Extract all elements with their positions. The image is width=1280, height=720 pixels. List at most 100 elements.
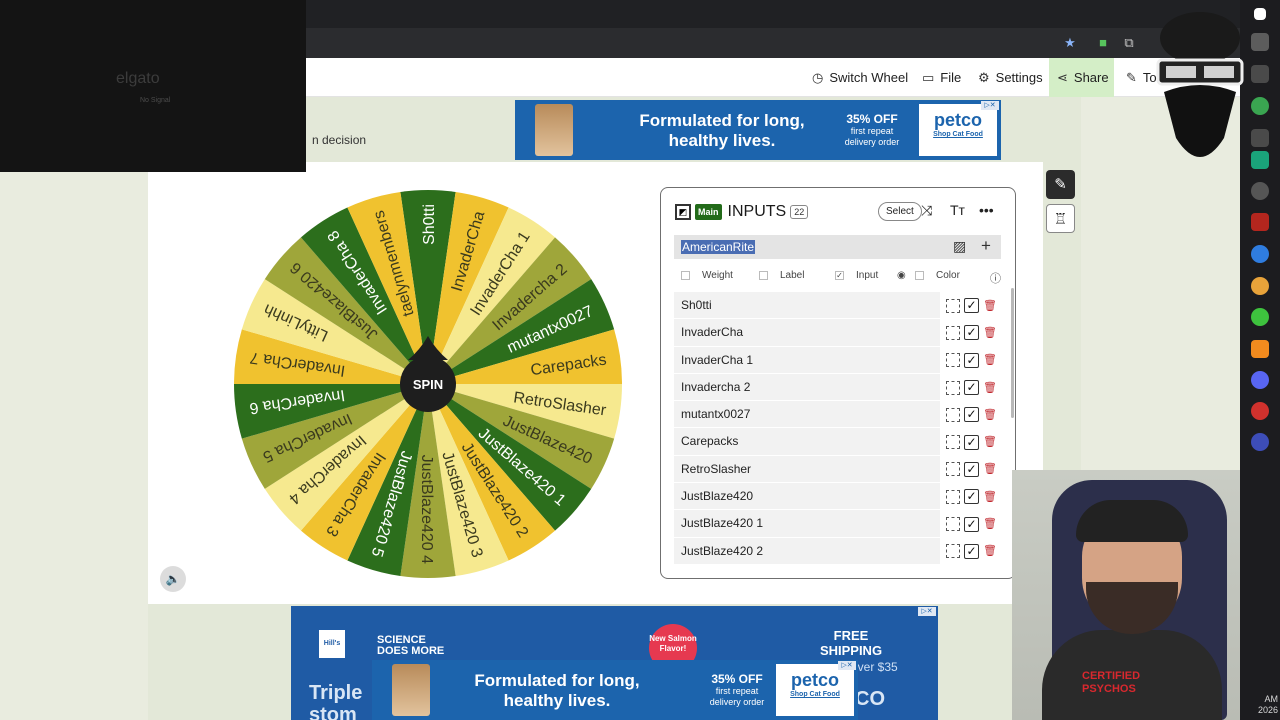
entry-row[interactable]: InvaderCha 1 <box>674 346 940 374</box>
file-button[interactable]: ▭ File <box>914 58 969 97</box>
wheel-segment-label: Sh0tti <box>421 204 438 245</box>
trash-icon[interactable]: 🗑 <box>983 327 997 339</box>
entry-input[interactable]: AmericanRite ▨ + <box>674 235 1001 259</box>
entry-row[interactable]: Sh0tti <box>674 292 940 320</box>
enable-checkbox[interactable]: ✓ <box>964 543 979 559</box>
clock-app-icon[interactable] <box>1251 182 1269 200</box>
sound-toggle-button[interactable]: 🔈 <box>160 566 186 592</box>
trash-icon[interactable]: 🗑 <box>983 436 997 448</box>
enable-checkbox[interactable]: ✓ <box>964 489 979 505</box>
edge-icon[interactable] <box>1251 245 1269 263</box>
edit-wheel-tool[interactable]: ✎ <box>1046 170 1075 199</box>
trophy-icon: ♖ <box>1053 211 1068 228</box>
color-column-toggle[interactable]: Color <box>915 270 960 281</box>
weight-column-toggle[interactable]: Weight <box>681 270 733 281</box>
entry-actions-row: ✓ 🗑 <box>944 374 1004 401</box>
duplicate-icon[interactable] <box>946 462 960 477</box>
ad-headline: Formulated for long, healthy lives. <box>639 111 805 150</box>
share-icon: ⋖ <box>1057 69 1068 85</box>
duplicate-icon[interactable] <box>946 325 960 340</box>
panel-header: ◩ Main INPUTS 22 <box>675 202 809 222</box>
duplicate-icon[interactable] <box>946 380 960 395</box>
app-icon-2[interactable] <box>1251 433 1269 451</box>
eye-icon[interactable]: ◉ <box>897 270 906 281</box>
trash-icon[interactable]: 🗑 <box>983 382 997 394</box>
red-app-icon[interactable] <box>1251 213 1269 231</box>
enable-checkbox[interactable]: ✓ <box>964 298 979 314</box>
bookmark-star-icon[interactable]: ★ <box>1062 35 1078 51</box>
entry-row[interactable]: mutantx0027 <box>674 401 940 429</box>
vlc-icon[interactable] <box>1251 340 1269 358</box>
extension-icon[interactable]: ■ <box>1095 35 1111 51</box>
spin-wheel[interactable]: Sh0tti InvaderChaInvaderCha 1Invadercha 2… <box>232 188 624 580</box>
switch-wheel-button[interactable]: ◷ Switch Wheel <box>804 58 916 97</box>
info-icon[interactable]: ⓘ <box>990 270 1001 286</box>
trash-icon[interactable]: 🗑 <box>983 491 997 503</box>
obs-icon[interactable] <box>1251 402 1269 420</box>
trash-icon[interactable]: 🗑 <box>983 409 997 421</box>
shuffle-icon[interactable]: ⤨ <box>921 202 932 219</box>
entry-list: Sh0tti InvaderCha InvaderCha 1 Invadercha 2… <box>674 292 940 565</box>
entry-row[interactable]: Invadercha 2 <box>674 373 940 402</box>
adchoices-icon[interactable]: ▷✕ <box>981 101 999 110</box>
puzzle-icon[interactable]: ⧉ <box>1121 35 1137 51</box>
duplicate-icon[interactable] <box>946 353 960 368</box>
spin-label[interactable]: SPIN <box>413 377 443 392</box>
enable-checkbox[interactable]: ✓ <box>964 434 979 450</box>
discord-icon[interactable] <box>1251 371 1269 389</box>
ad-headline: Formulated for long, healthy lives. <box>474 671 640 710</box>
trash-icon[interactable]: 🗑 <box>983 463 997 475</box>
enable-checkbox[interactable]: ✓ <box>964 407 979 423</box>
enable-checkbox[interactable]: ✓ <box>964 380 979 396</box>
label-checkbox[interactable] <box>759 271 768 280</box>
entry-row[interactable]: RetroSlasher <box>674 455 940 484</box>
duplicate-icon[interactable] <box>946 435 960 450</box>
weight-checkbox[interactable] <box>681 271 690 280</box>
duplicate-icon[interactable] <box>946 517 960 532</box>
enable-checkbox[interactable]: ✓ <box>964 461 979 477</box>
image-icon[interactable]: ▨ <box>953 238 966 255</box>
adchoices-icon[interactable]: ▷✕ <box>918 607 936 616</box>
petco-ad-bottom[interactable]: Formulated for long, healthy lives. 35% … <box>372 660 858 720</box>
settings-button[interactable]: ⚙ Settings <box>970 58 1051 97</box>
chrome-icon[interactable] <box>1251 277 1269 295</box>
ad-partial-text: Triple <box>309 682 363 704</box>
duplicate-icon[interactable] <box>946 407 960 422</box>
winners-tool[interactable]: ♖ <box>1046 204 1075 233</box>
text-size-icon[interactable]: Tт <box>950 202 965 218</box>
enable-checkbox[interactable]: ✓ <box>964 516 979 532</box>
adchoices-icon[interactable]: ▷✕ <box>838 661 856 670</box>
entry-actions: ✓ 🗑 ✓ 🗑 ✓ 🗑 ✓ 🗑 ✓ 🗑 ✓ 🗑 ✓ 🗑 ✓ 🗑 ✓ 🗑 ✓ 🗑 <box>944 292 1004 565</box>
entry-actions-row: ✓ 🗑 <box>944 347 1004 374</box>
entry-actions-row: ✓ 🗑 <box>944 483 1004 510</box>
streamer-webcam: CERTIFIED PSYCHOS <box>1012 470 1240 720</box>
duplicate-icon[interactable] <box>946 544 960 559</box>
trash-icon[interactable]: 🗑 <box>983 300 997 312</box>
enable-checkbox[interactable]: ✓ <box>964 352 979 368</box>
entry-row[interactable]: JustBlaze420 <box>674 483 940 511</box>
label-column-toggle[interactable]: Label <box>759 270 804 281</box>
system-clock: AM 2026 <box>1257 694 1278 715</box>
input-checkbox[interactable]: ✓ <box>835 271 844 280</box>
trash-icon[interactable]: 🗑 <box>983 518 997 530</box>
share-button[interactable]: ⋖ Share <box>1049 58 1114 97</box>
trash-icon[interactable]: 🗑 <box>983 545 997 557</box>
trash-icon[interactable]: 🗑 <box>983 354 997 366</box>
petco-ad-top[interactable]: Formulated for long, healthy lives. 35% … <box>515 100 1001 160</box>
more-options-icon[interactable]: ••• <box>979 202 994 218</box>
green-app-icon[interactable] <box>1251 308 1269 326</box>
entry-list-scrollbar[interactable] <box>1011 288 1014 418</box>
entry-row[interactable]: Carepacks <box>674 428 940 456</box>
duplicate-icon[interactable] <box>946 298 960 313</box>
duplicate-icon[interactable] <box>946 489 960 504</box>
color-checkbox[interactable] <box>915 271 924 280</box>
no-signal-text: No Signal <box>140 97 171 104</box>
enable-checkbox[interactable]: ✓ <box>964 325 979 341</box>
select-button[interactable]: Select <box>878 202 922 221</box>
entry-row[interactable]: JustBlaze420 2 <box>674 537 940 565</box>
add-entry-icon[interactable]: + <box>981 236 991 256</box>
input-column-toggle[interactable]: ✓ Input <box>835 270 878 281</box>
entry-row[interactable]: InvaderCha <box>674 319 940 347</box>
entry-row[interactable]: JustBlaze420 1 <box>674 510 940 538</box>
petco-logo: petco Shop Cat Food <box>776 664 854 716</box>
